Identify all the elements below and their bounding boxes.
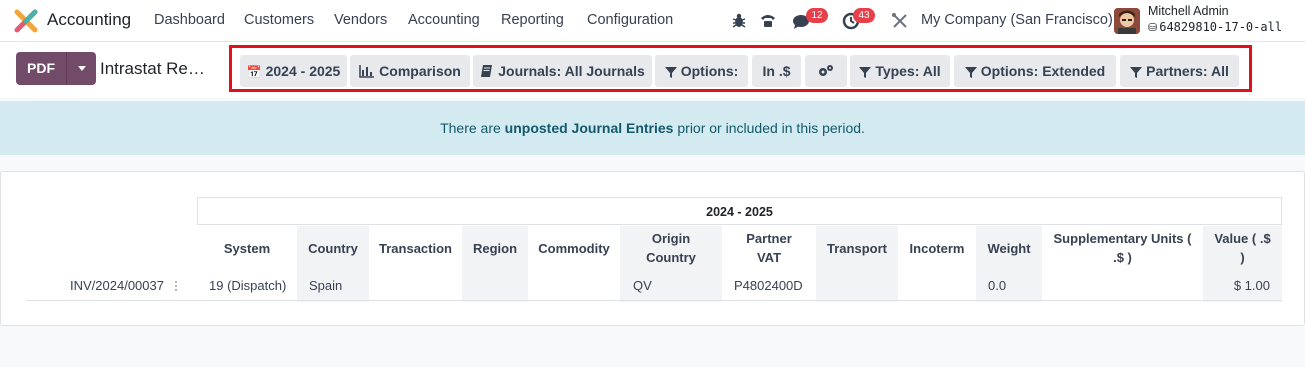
column-header-system: System (223, 240, 271, 256)
types-filter-label: Types: All (875, 63, 941, 79)
funnel-icon (664, 67, 677, 78)
column-header-transport: Transport (827, 240, 887, 256)
company-switcher[interactable]: My Company (San Francisco) (921, 12, 1113, 28)
column-header-region: Region (472, 240, 518, 256)
column-header-incoterm: Incoterm (909, 240, 965, 256)
period-header: 2024 - 2025 (197, 197, 1282, 225)
top-navbar: Accounting Dashboard Customers Vendors A… (0, 0, 1305, 42)
funnel-icon (859, 67, 872, 78)
cell-weight: 0.0 (988, 278, 1007, 293)
date-filter-button[interactable]: 📅 2024 - 2025 (240, 55, 347, 87)
column-header-value-line1: Value ( .$ (1214, 231, 1271, 246)
column-header-supp-line1: Supplementary Units ( (1053, 231, 1192, 246)
cogs-icon (819, 65, 833, 76)
app-title[interactable]: Accounting (47, 10, 131, 30)
column-header-weight: Weight (987, 240, 1031, 256)
row-divider (26, 300, 1282, 301)
column-header-supp-line2: .$ ) (1113, 250, 1132, 265)
column-header-origin-line2: Country (646, 250, 696, 265)
column-header-origin-country: Origin Country (620, 226, 722, 270)
partners-filter-button[interactable]: Partners: All (1120, 55, 1239, 87)
cell-origin-country: QV (633, 278, 652, 293)
options-filter-label: Options: (680, 63, 739, 79)
debug-bug-icon[interactable] (729, 11, 749, 31)
alert-prefix: There are (440, 120, 505, 136)
currency-button[interactable]: In .$ (752, 55, 801, 87)
column-header-partner-line1: Partner (746, 231, 792, 246)
date-filter-label: 2024 - 2025 (265, 63, 341, 79)
column-header-origin-line1: Origin (651, 231, 691, 246)
partners-filter-label: Partners: All (1146, 63, 1229, 79)
column-header-value: Value ( .$ ) (1203, 226, 1282, 270)
nav-accounting[interactable]: Accounting (408, 12, 480, 28)
bar-chart-icon (359, 65, 375, 78)
nav-customers[interactable]: Customers (244, 12, 314, 28)
filters-highlight-box: 📅 2024 - 2025 Comparison Journals: All Jo… (229, 45, 1252, 92)
cell-value: $ 1.00 (1233, 278, 1270, 293)
comparison-label: Comparison (379, 63, 461, 79)
row-actions-dots-icon[interactable] (173, 279, 179, 293)
accounting-logo-icon[interactable] (14, 9, 38, 33)
options-extended-button[interactable]: Options: Extended (954, 55, 1116, 87)
journals-filter-label: Journals: All Journals (498, 63, 645, 79)
column-header-value-line2: ) (1240, 250, 1245, 265)
column-header-transaction: Transaction (379, 240, 452, 256)
control-panel: PDF Intrastat Re… 📅 2024 - 2025 Compariso… (0, 42, 1305, 98)
database-name-text: 64829810-17-0-all (1159, 20, 1283, 34)
phone-icon[interactable] (758, 11, 778, 31)
options-filter-button[interactable]: Options: (655, 55, 748, 87)
column-header-supplementary-units: Supplementary Units ( .$ ) (1042, 226, 1203, 270)
report-card: 2024 - 2025 System Country Transaction R… (0, 171, 1305, 326)
options-extended-label: Options: Extended (980, 63, 1106, 79)
pdf-dropdown-toggle[interactable] (66, 52, 96, 85)
column-header-partner-line2: VAT (756, 250, 782, 265)
nav-vendors[interactable]: Vendors (334, 12, 387, 28)
column-header-country: Country (308, 240, 358, 256)
book-icon (481, 65, 493, 77)
database-name: ⛁ 64829810-17-0-all (1148, 20, 1282, 34)
messages-badge: 12 (806, 8, 828, 23)
funnel-icon (964, 67, 977, 78)
column-header-commodity: Commodity (538, 240, 610, 256)
tools-icon[interactable] (890, 11, 910, 31)
comparison-button[interactable]: Comparison (350, 55, 470, 87)
cell-system: 19 (Dispatch) (209, 278, 287, 293)
settings-button[interactable] (805, 55, 847, 87)
cell-partner-vat: P4802400D (734, 278, 803, 293)
unposted-entries-alert: There are unposted Journal Entries prior… (0, 101, 1305, 155)
alert-suffix: prior or included in this period. (673, 120, 865, 136)
column-header-partner-vat: Partner VAT (722, 226, 816, 270)
pdf-button[interactable]: PDF (16, 52, 66, 85)
funnel-icon (1130, 67, 1143, 78)
unposted-entries-link[interactable]: unposted Journal Entries (505, 120, 674, 136)
nav-dashboard[interactable]: Dashboard (154, 12, 225, 28)
row-move-name[interactable]: INV/2024/00037 (70, 278, 164, 293)
activities-badge: 43 (853, 8, 875, 23)
user-name: Mitchell Admin (1148, 4, 1229, 18)
user-avatar[interactable] (1114, 8, 1140, 34)
report-title: Intrastat Re… (100, 59, 205, 78)
cell-country: Spain (309, 278, 343, 293)
calendar-icon: 📅 (246, 65, 262, 79)
journals-filter-button[interactable]: Journals: All Journals (473, 55, 652, 87)
nav-reporting[interactable]: Reporting (501, 12, 564, 28)
types-filter-button[interactable]: Types: All (850, 55, 950, 87)
nav-configuration[interactable]: Configuration (587, 12, 673, 28)
database-icon: ⛁ (1148, 21, 1158, 34)
